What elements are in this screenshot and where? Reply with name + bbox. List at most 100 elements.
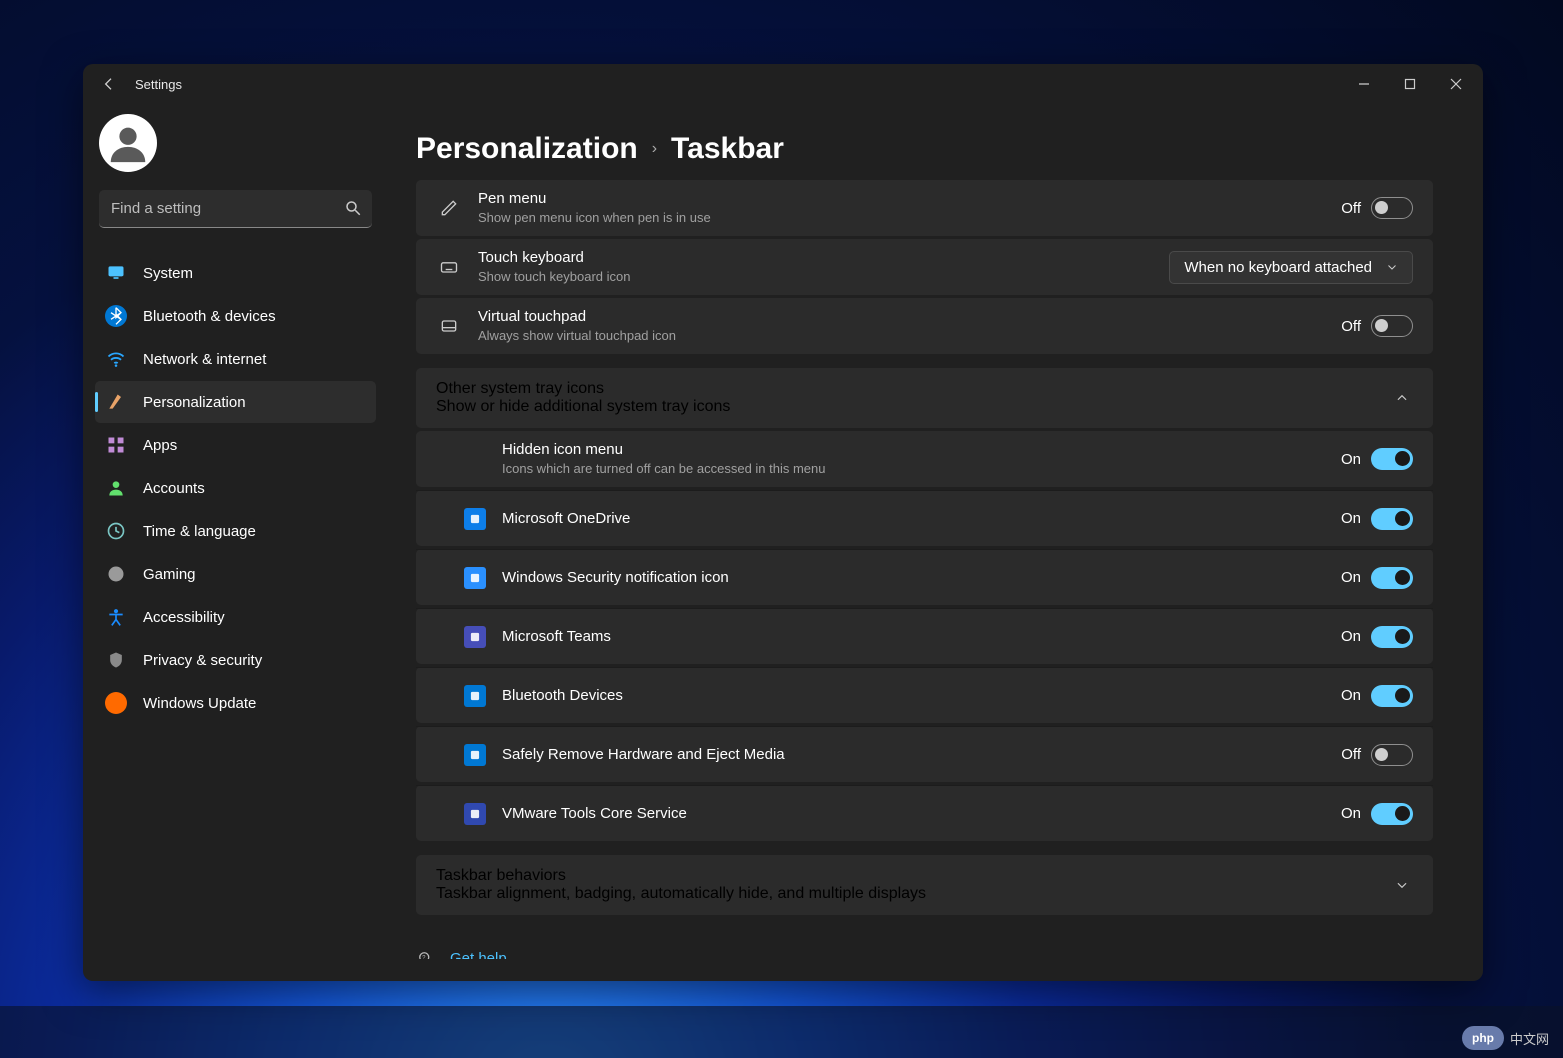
toggle-state-label: On [1341,805,1361,822]
expander-subtitle: Show or hide additional system tray icon… [436,398,1391,416]
app-icon [464,567,486,589]
setting-row: Pen menuShow pen menu icon when pen is i… [416,180,1433,236]
php-logo: php [1462,1026,1504,1050]
pen-icon [436,198,462,218]
sidebar-item-network-internet[interactable]: Network & internet [95,338,376,380]
footer-links: ? Get help Give feedback [416,943,1433,959]
app-icon [464,803,486,825]
get-help-link[interactable]: ? Get help [416,943,1433,959]
user-avatar[interactable] [99,114,157,172]
link-label: Get help [450,950,507,960]
setting-title: Safely Remove Hardware and Eject Media [502,744,1325,765]
setting-row: Virtual touchpadAlways show virtual touc… [416,298,1433,354]
setting-title: Touch keyboard [478,247,1153,268]
setting-card: Virtual touchpadAlways show virtual touc… [416,298,1433,354]
toggle-knob [1395,570,1410,585]
watermark: php 中文网 [1462,1026,1549,1050]
tray-icon-card: Bluetooth DevicesOn [416,667,1433,723]
svg-text:?: ? [422,956,426,960]
toggle-state-label: On [1341,628,1361,645]
display-icon [105,262,127,284]
setting-subtitle: Show pen menu icon when pen is in use [478,209,1325,227]
sidebar-item-accounts[interactable]: Accounts [95,467,376,509]
xbox-icon [105,563,127,585]
setting-title: Microsoft Teams [502,626,1325,647]
sidebar-item-label: Apps [143,437,177,454]
toggle-switch[interactable] [1371,685,1413,707]
toggle-state-label: On [1341,451,1361,468]
back-button[interactable] [91,66,127,102]
window-title: Settings [135,77,182,92]
sidebar-item-privacy-security[interactable]: Privacy & security [95,639,376,681]
setting-title: Microsoft OneDrive [502,508,1325,529]
chevron-down-icon [1386,261,1398,273]
setting-title: Hidden icon menu [502,439,1325,460]
app-icon [464,744,486,766]
minimize-button[interactable] [1341,68,1387,100]
toggle-switch[interactable] [1371,567,1413,589]
toggle-switch[interactable] [1371,448,1413,470]
sidebar-item-windows-update[interactable]: Windows Update [95,682,376,724]
person-icon [105,477,127,499]
taskbar-behaviors-expander[interactable]: Taskbar behaviors Taskbar alignment, bad… [416,855,1433,915]
expander-subtitle: Taskbar alignment, badging, automaticall… [436,885,1391,903]
sidebar: SystemBluetooth & devicesNetwork & inter… [83,104,388,981]
toggle-knob [1395,451,1410,466]
sidebar-item-label: Accessibility [143,609,225,626]
tray-icon-card: VMware Tools Core Service On [416,785,1433,841]
toggle-knob [1375,319,1388,332]
keyboard-icon [436,257,462,277]
setting-title: VMware Tools Core Service [502,803,1325,824]
toggle-switch[interactable] [1371,197,1413,219]
app-icon [464,508,486,530]
toggle-switch[interactable] [1371,315,1413,337]
toggle-switch[interactable] [1371,744,1413,766]
sidebar-item-system[interactable]: System [95,252,376,294]
toggle-state-label: Off [1341,746,1361,763]
behaviors-card: Taskbar behaviors Taskbar alignment, bad… [416,855,1433,915]
toggle-switch[interactable] [1371,508,1413,530]
search-region [99,190,372,228]
expander-title: Taskbar behaviors [436,867,1391,885]
sidebar-item-apps[interactable]: Apps [95,424,376,466]
content-scroll[interactable]: Pen menuShow pen menu icon when pen is i… [416,180,1439,959]
touchpad-icon [436,316,462,336]
clock-icon [105,520,127,542]
maximize-button[interactable] [1387,68,1433,100]
tray-icon-card: Hidden icon menuIcons which are turned o… [416,431,1433,487]
sidebar-item-personalization[interactable]: Personalization [95,381,376,423]
tray-icon-card: Windows Security notification iconOn [416,549,1433,605]
tray-icon-card: Safely Remove Hardware and Eject Media Of… [416,726,1433,782]
toggle-switch[interactable] [1371,803,1413,825]
watermark-text: 中文网 [1510,1029,1549,1048]
search-icon [344,199,362,222]
apps-icon [105,434,127,456]
close-button[interactable] [1433,68,1479,100]
sidebar-item-time-language[interactable]: Time & language [95,510,376,552]
sidebar-item-accessibility[interactable]: Accessibility [95,596,376,638]
sidebar-item-bluetooth-devices[interactable]: Bluetooth & devices [95,295,376,337]
toggle-knob [1395,511,1410,526]
toggle-knob [1395,688,1410,703]
sidebar-item-label: Windows Update [143,695,256,712]
setting-title: Bluetooth Devices [502,685,1325,706]
chevron-right-icon: › [652,140,657,158]
tray-icon-card: Microsoft OneDriveOn [416,490,1433,546]
touch-keyboard-dropdown[interactable]: When no keyboard attached [1169,251,1413,284]
toggle-knob [1395,629,1410,644]
accessibility-icon [105,606,127,628]
tray-icon-row: Safely Remove Hardware and Eject Media Of… [416,726,1433,782]
sidebar-item-label: Accounts [143,480,205,497]
other-tray-expander[interactable]: Other system tray icons Show or hide add… [416,368,1433,428]
breadcrumb-parent[interactable]: Personalization [416,132,638,166]
tray-icon-row: VMware Tools Core Service On [416,785,1433,841]
toggle-switch[interactable] [1371,626,1413,648]
brush-icon [105,391,127,413]
toggle-state-label: On [1341,569,1361,586]
sidebar-item-label: Personalization [143,394,246,411]
sidebar-item-gaming[interactable]: Gaming [95,553,376,595]
other-tray-expander-card: Other system tray icons Show or hide add… [416,368,1433,428]
search-input[interactable] [99,190,372,228]
bluetooth-icon [105,305,127,327]
toggle-knob [1375,201,1388,214]
